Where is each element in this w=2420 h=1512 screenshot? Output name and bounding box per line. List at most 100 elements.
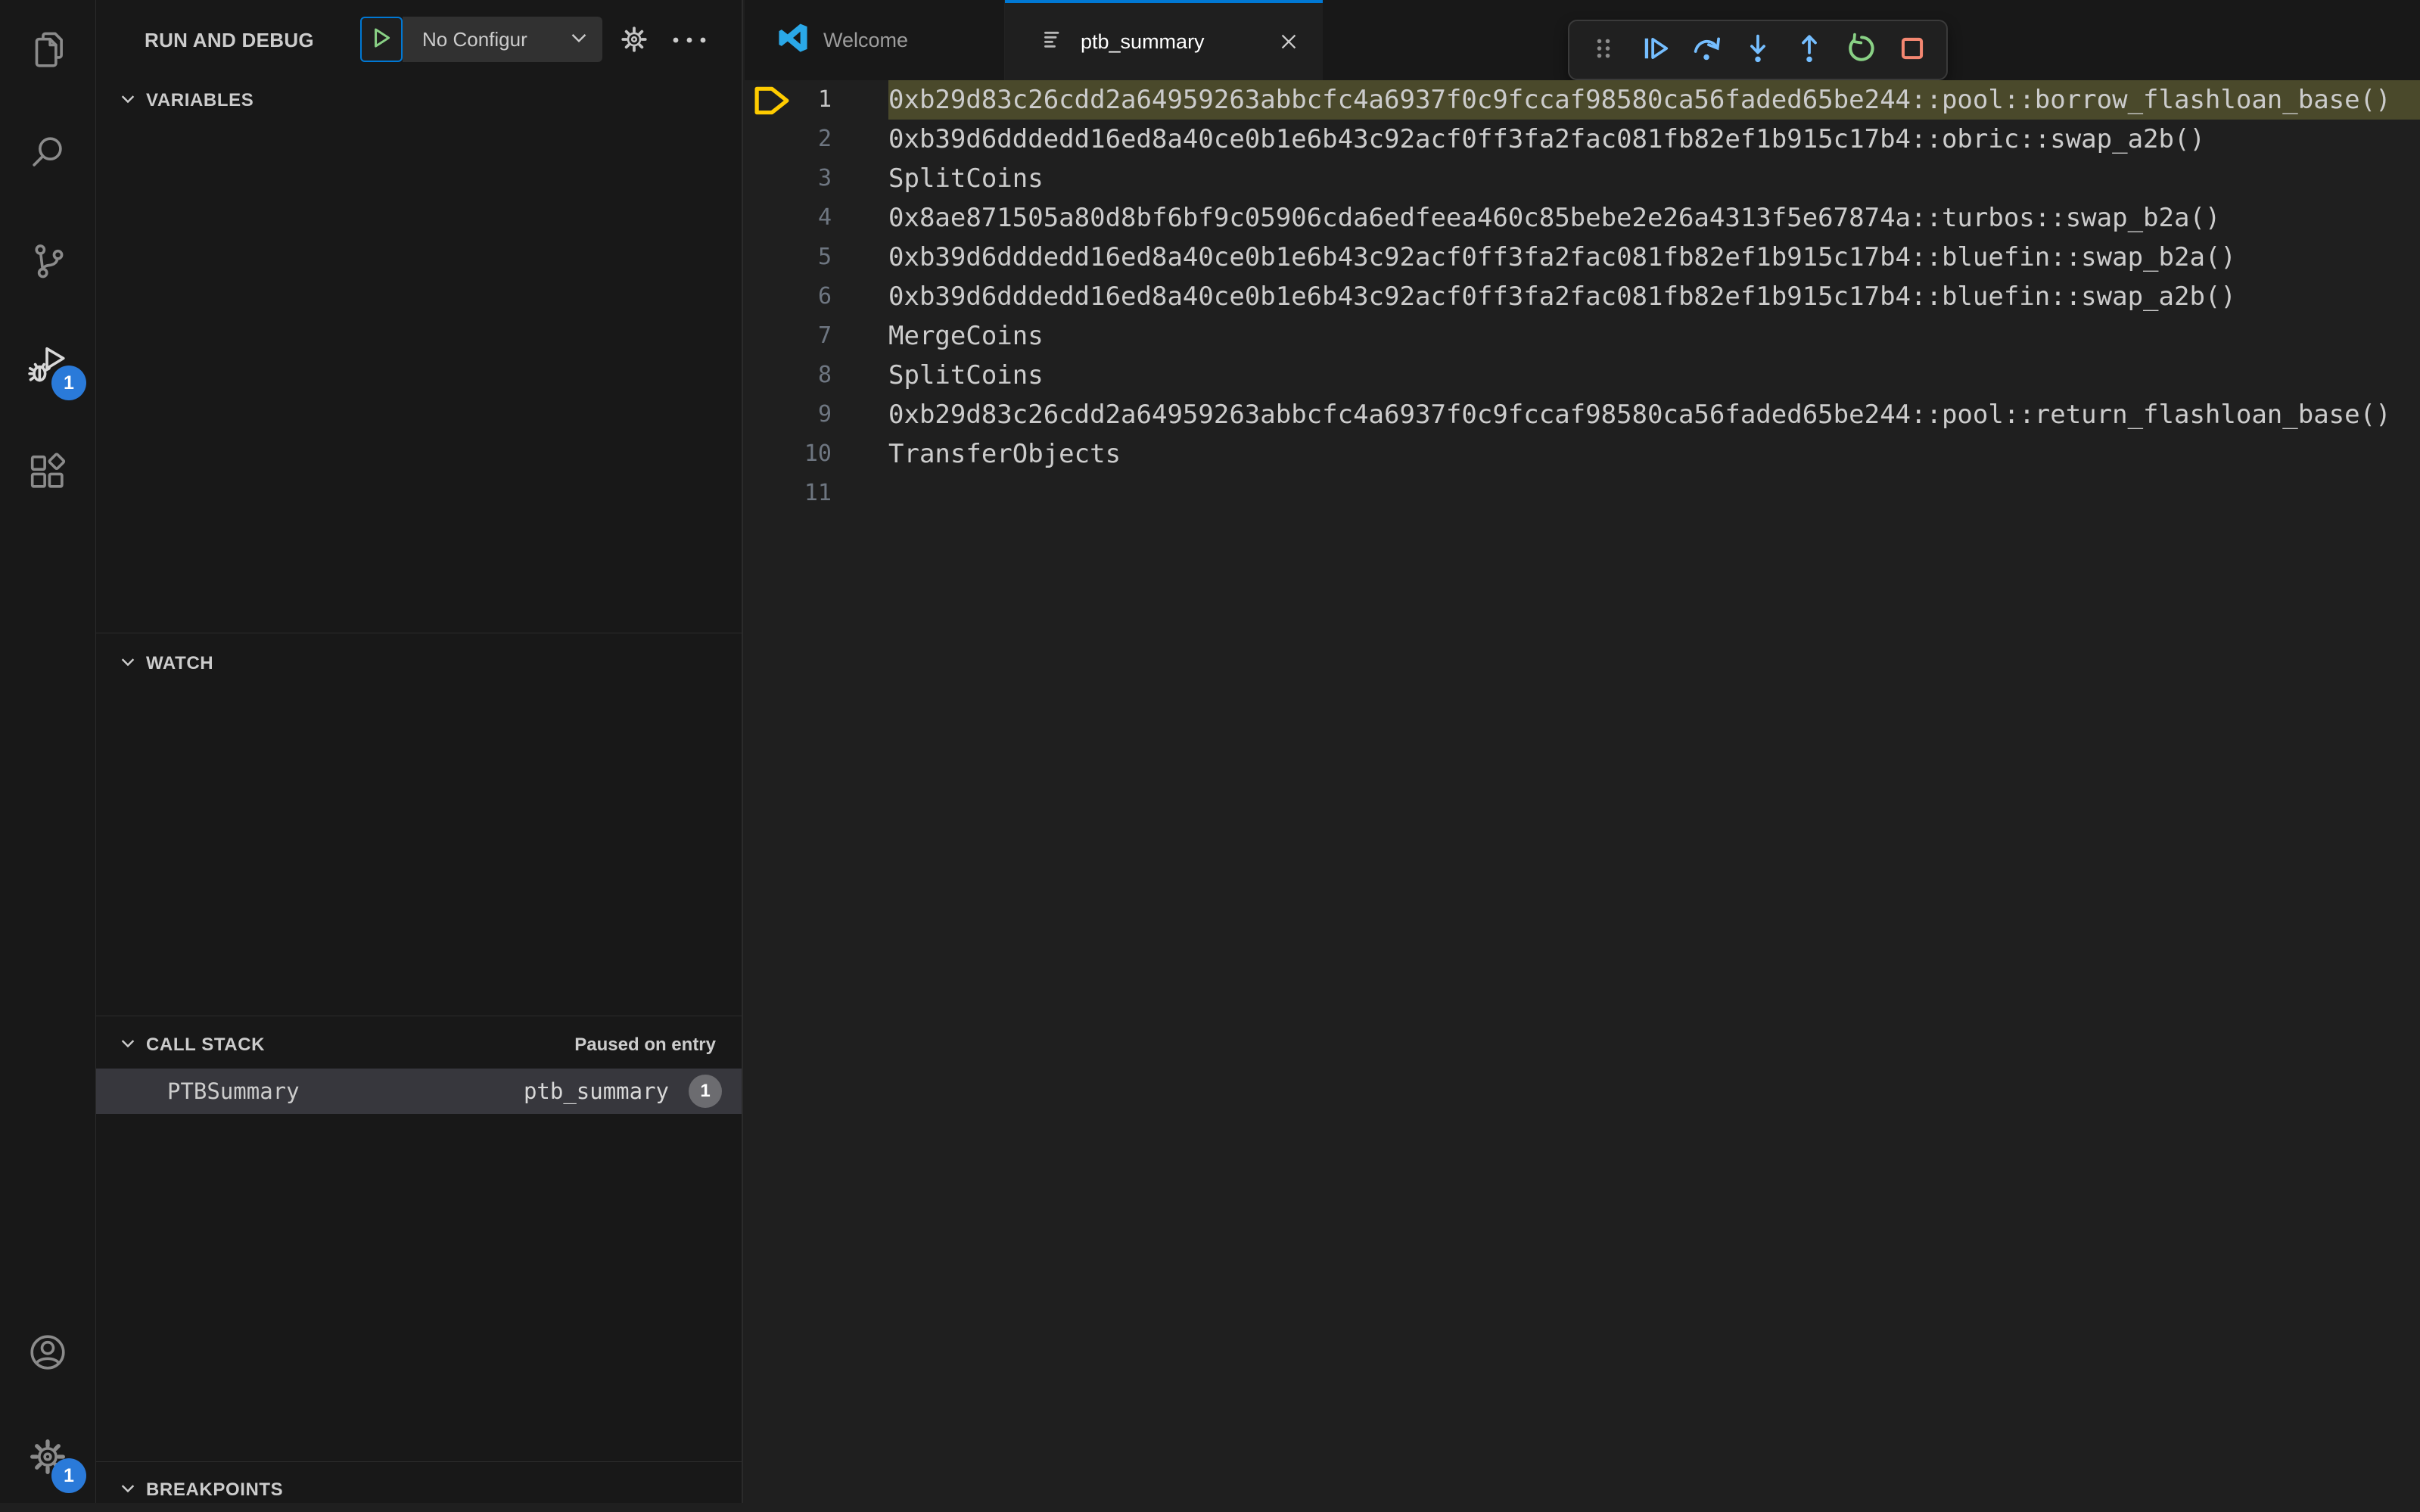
stop-icon <box>1895 31 1930 70</box>
activity-item-search[interactable] <box>0 118 95 191</box>
line-content: MergeCoins <box>888 321 1044 351</box>
line-content: 0xb29d83c26cdd2a64959263abbcfc4a6937f0c9… <box>888 80 2420 120</box>
chevron-down-icon <box>117 652 138 677</box>
start-debug-button[interactable] <box>360 17 403 62</box>
code-editor[interactable]: 1 0xb29d83c26cdd2a64959263abbcfc4a6937f0… <box>745 80 2420 1503</box>
code-line[interactable]: 9 0xb29d83c26cdd2a64959263abbcfc4a6937f0… <box>745 395 2420 434</box>
line-number: 11 <box>804 480 832 506</box>
debug-arrow-icon <box>752 83 792 122</box>
activity-item-account[interactable] <box>0 1318 95 1390</box>
chevron-down-icon <box>117 1478 138 1503</box>
toolbar-drag-handle[interactable] <box>1582 28 1625 72</box>
debug-settings-button[interactable] <box>618 23 650 59</box>
section-header-call-stack[interactable]: CALL STACK Paused on entry <box>96 1023 742 1067</box>
line-number: 10 <box>804 440 832 467</box>
activity-item-run-and-debug[interactable]: 1 <box>0 329 95 402</box>
activity-item-extensions[interactable] <box>0 437 95 510</box>
call-stack-status: Paused on entry <box>574 1034 716 1055</box>
restart-icon <box>1843 31 1878 70</box>
editor-gutter[interactable]: 8 <box>745 356 888 395</box>
vscode-logo-icon <box>776 21 810 60</box>
editor-gutter[interactable]: 7 <box>745 316 888 356</box>
editor-gutter[interactable]: 10 <box>745 434 888 474</box>
line-number: 6 <box>817 283 832 310</box>
line-content: 0xb39d6dddedd16ed8a40ce0b1e6b43c92acf0ff… <box>888 124 2205 154</box>
editor-gutter[interactable]: 1 <box>745 80 888 120</box>
step-into-button[interactable] <box>1736 28 1780 72</box>
section-header-variables[interactable]: VARIABLES <box>96 79 742 123</box>
code-line[interactable]: 4 0x8ae871505a80d8bf6bf9c05906cda6edfeea… <box>745 198 2420 238</box>
extensions-icon <box>26 450 70 498</box>
code-line[interactable]: 6 0xb39d6dddedd16ed8a40ce0b1e6b43c92acf0… <box>745 277 2420 316</box>
line-content: SplitCoins <box>888 360 1044 390</box>
code-line[interactable]: 8 SplitCoins <box>745 356 2420 395</box>
activity-bar: 1 1 <box>0 0 95 1503</box>
chevron-down-icon <box>568 26 590 53</box>
tab-label: Welcome <box>823 28 909 51</box>
tab-welcome[interactable]: Welcome <box>745 0 1005 80</box>
line-number: 7 <box>817 322 832 349</box>
step-out-icon <box>1792 31 1827 70</box>
close-icon[interactable] <box>1277 30 1300 53</box>
section-label-breakpoints: BREAKPOINTS <box>146 1479 284 1500</box>
line-content: 0x8ae871505a80d8bf6bf9c05906cda6edfeea46… <box>888 203 2221 233</box>
debug-config-label: No Configur <box>422 27 527 51</box>
source-control-icon <box>26 239 70 287</box>
frame-source: ptb_summary <box>523 1078 669 1104</box>
gear-icon <box>618 26 650 58</box>
code-line[interactable]: 5 0xb39d6dddedd16ed8a40ce0b1e6b43c92acf0… <box>745 238 2420 277</box>
section-header-watch[interactable]: WATCH <box>96 642 742 686</box>
continue-icon <box>1638 31 1672 70</box>
line-content: 0xb39d6dddedd16ed8a40ce0b1e6b43c92acf0ff… <box>888 242 2236 272</box>
account-icon <box>26 1330 70 1378</box>
editor-gutter[interactable]: 11 <box>745 474 888 513</box>
activity-item-explorer[interactable] <box>0 14 95 87</box>
activity-item-settings[interactable]: 1 <box>0 1422 95 1495</box>
sidebar-title: RUN AND DEBUG <box>145 29 314 51</box>
editor-gutter[interactable]: 2 <box>745 120 888 159</box>
code-line[interactable]: 2 0xb39d6dddedd16ed8a40ce0b1e6b43c92acf0… <box>745 120 2420 159</box>
line-number: 5 <box>817 244 832 270</box>
settings-count-badge: 1 <box>51 1458 86 1493</box>
restart-button[interactable] <box>1839 28 1883 72</box>
activity-item-source-control[interactable] <box>0 226 95 299</box>
line-content: SplitCoins <box>888 163 1044 194</box>
debug-config-dropdown[interactable]: No Configur <box>403 17 602 62</box>
code-line[interactable]: 10 TransferObjects <box>745 434 2420 474</box>
chevron-down-icon <box>117 1033 138 1058</box>
stop-button[interactable] <box>1890 28 1934 72</box>
frame-name: PTBSummary <box>167 1078 300 1104</box>
editor-lines: 1 0xb29d83c26cdd2a64959263abbcfc4a6937f0… <box>745 80 2420 513</box>
views-more-actions-button[interactable] <box>668 25 711 59</box>
line-content: 0xb39d6dddedd16ed8a40ce0b1e6b43c92acf0ff… <box>888 282 2236 312</box>
line-content: TransferObjects <box>888 439 1121 469</box>
line-number: 4 <box>817 204 832 231</box>
editor-gutter[interactable]: 4 <box>745 198 888 238</box>
code-line[interactable]: 7 MergeCoins <box>745 316 2420 356</box>
code-line[interactable]: 11 <box>745 474 2420 513</box>
editor-gutter[interactable]: 3 <box>745 159 888 198</box>
editor-gutter[interactable]: 9 <box>745 395 888 434</box>
line-number: 2 <box>817 126 832 152</box>
ellipsis-icon <box>668 37 711 58</box>
tab-label: ptb_summary <box>1081 30 1205 53</box>
list-file-icon <box>1040 26 1067 58</box>
step-out-button[interactable] <box>1787 28 1831 72</box>
call-stack-frame-row[interactable]: PTBSummary ptb_summary 1 <box>96 1069 742 1114</box>
step-into-icon <box>1740 31 1775 70</box>
code-line[interactable]: 3 SplitCoins <box>745 159 2420 198</box>
editor-gutter[interactable]: 6 <box>745 277 888 316</box>
line-content <box>888 474 2420 513</box>
section-label-variables: VARIABLES <box>146 90 254 110</box>
chevron-down-icon <box>117 89 138 114</box>
tab-ptb-summary[interactable]: ptb_summary <box>1005 0 1323 80</box>
frame-badge: 1 <box>689 1075 722 1108</box>
editor-group: Welcome ptb_summary 1 0xb29d83c26cdd2a64… <box>745 0 2420 1503</box>
continue-button[interactable] <box>1633 28 1677 72</box>
code-line[interactable]: 1 0xb29d83c26cdd2a64959263abbcfc4a6937f0… <box>745 80 2420 120</box>
step-over-button[interactable] <box>1684 28 1728 72</box>
editor-gutter[interactable]: 5 <box>745 238 888 277</box>
grip-icon <box>1587 32 1620 69</box>
line-number: 9 <box>817 401 832 428</box>
section-header-breakpoints[interactable]: BREAKPOINTS <box>96 1468 742 1512</box>
